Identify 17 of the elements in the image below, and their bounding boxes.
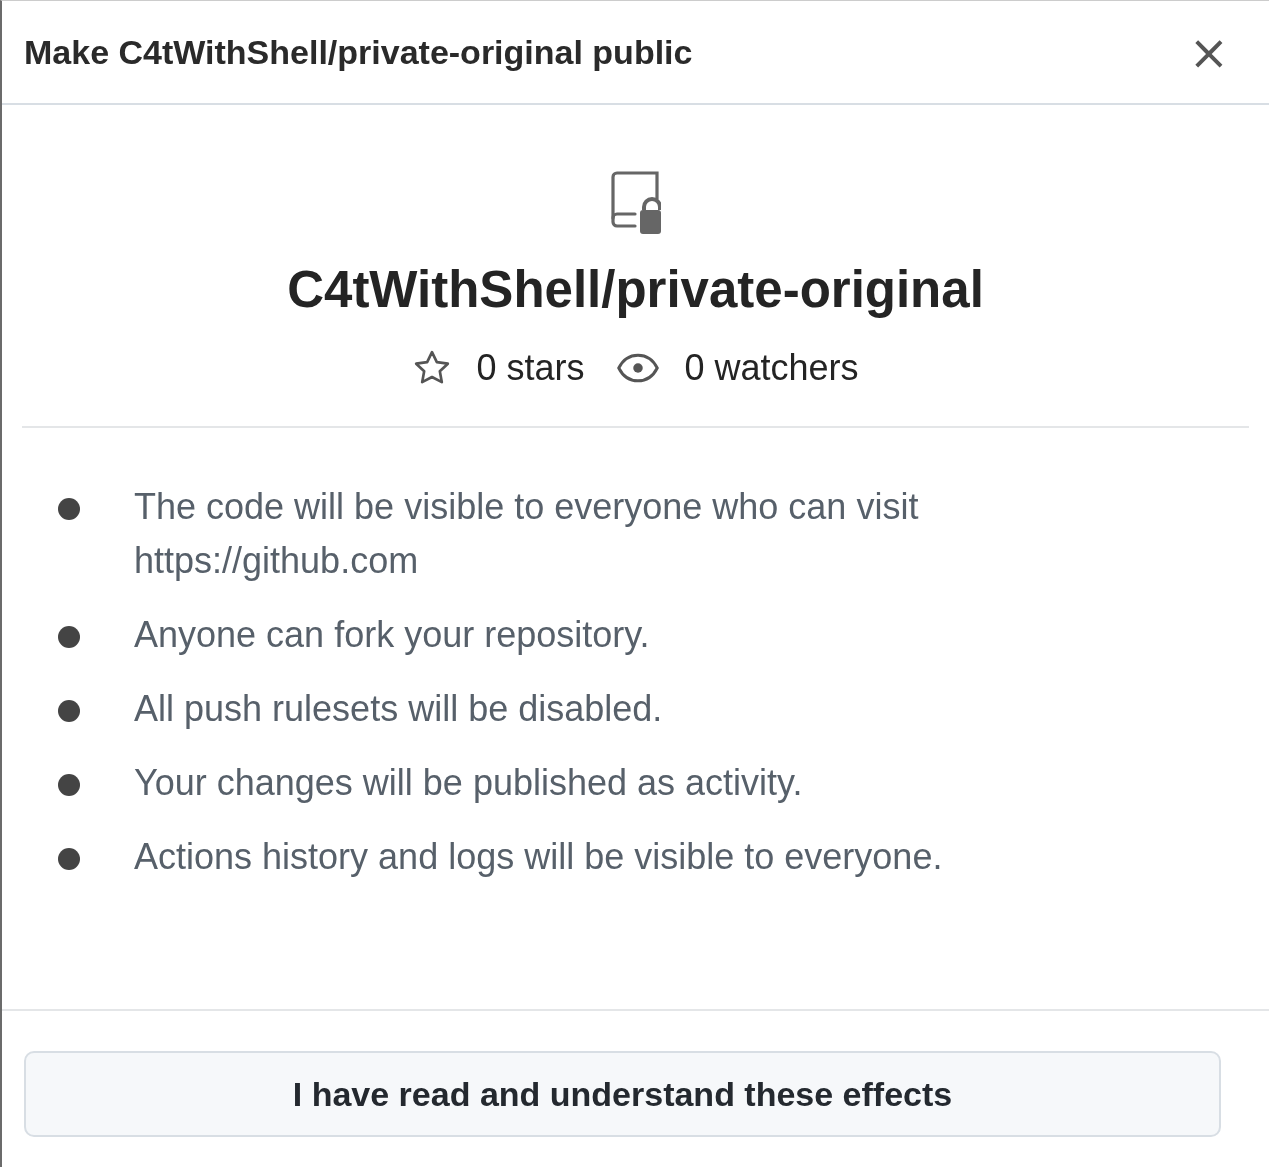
watchers-count: 0 watchers [684,347,859,390]
effect-text: Your changes will be published as activity. [134,761,804,806]
effect-text: Anyone can fork your repository. [134,613,651,658]
bullet-icon [58,498,80,521]
bullet-icon [58,848,80,871]
effect-text: The code will be visible to everyone who can visit https://github.com [134,485,920,584]
effect-text: Actions history and logs will be visible to everyone. [134,835,944,880]
dialog-title: Make C4tWithShell/private-original public [24,32,693,72]
bullet-icon [58,774,80,797]
repository-lock-icon [610,171,661,235]
bullet-icon [58,700,80,723]
effect-text: All push rulesets will be disabled. [134,687,664,732]
close-button[interactable]: × [1188,28,1229,76]
confirm-button[interactable]: I have read and understand these effects [24,1051,1221,1137]
repository-name: C4tWithShell/private-original [287,260,984,320]
bullet-icon [58,626,80,649]
stars-count: 0 stars [476,347,585,390]
